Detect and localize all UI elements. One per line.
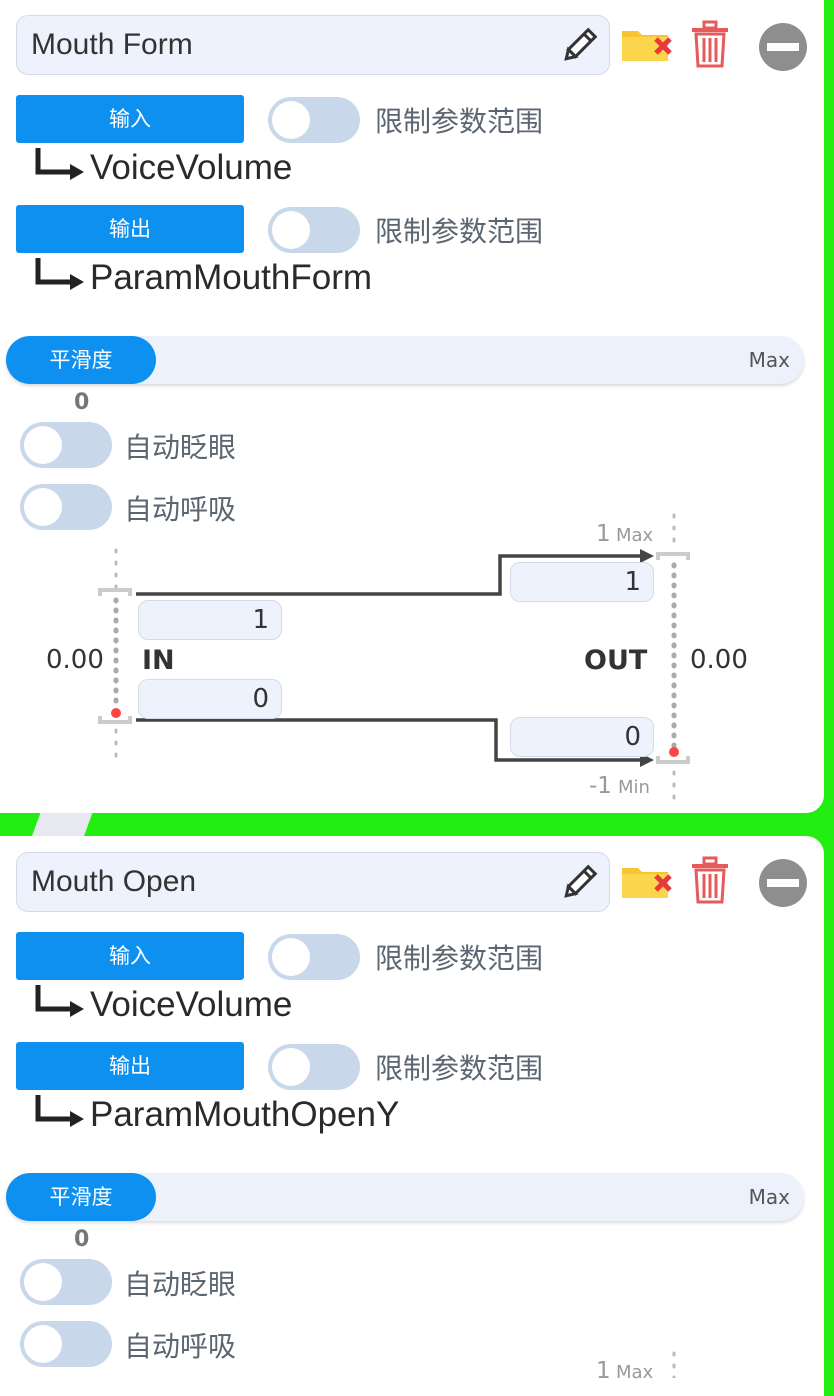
trash-icon[interactable] [690, 20, 730, 68]
pencil-icon[interactable] [559, 26, 599, 66]
input-limit-label: 限制参数范围 [375, 942, 544, 975]
output-max-field[interactable]: 1 [510, 562, 654, 602]
output-param-name[interactable]: ParamMouthOpenY [90, 1095, 399, 1135]
pencil-icon[interactable] [559, 863, 599, 903]
input-button[interactable]: 输入 [16, 932, 244, 980]
binding-card-mouth-form: Mouth Form 输入 限制参数范围 VoiceVolume 输出 限制参数… [0, 0, 824, 813]
output-min-number: -1 [589, 773, 612, 799]
toggle-knob [272, 101, 310, 139]
output-max-text: Max [616, 1362, 654, 1383]
output-current-value: 0.00 [690, 645, 748, 675]
smoothing-value: 0 [74, 390, 90, 415]
toggle-knob [24, 1263, 62, 1301]
minus-circle-icon[interactable] [758, 22, 808, 72]
folder-remove-icon[interactable] [620, 25, 674, 65]
smoothing-slider[interactable]: 平滑度 Max [6, 336, 804, 384]
output-limit-toggle[interactable] [268, 207, 360, 253]
binding-name-field[interactable]: Mouth Form [16, 15, 610, 75]
output-button[interactable]: 输出 [16, 205, 244, 253]
input-limit-toggle[interactable] [268, 934, 360, 980]
input-axis-label: IN [142, 645, 175, 676]
smoothing-slider-handle[interactable]: 平滑度 [6, 1173, 156, 1221]
toggle-knob [272, 1048, 310, 1086]
arrow-elbow-icon [35, 1095, 84, 1127]
arrow-elbow-icon [35, 148, 84, 180]
input-min-field[interactable]: 0 [138, 679, 282, 719]
output-axis-stub [672, 1351, 676, 1378]
input-button[interactable]: 输入 [16, 95, 244, 143]
input-max-field[interactable]: 1 [138, 600, 282, 640]
binding-name-text: Mouth Form [31, 28, 193, 61]
auto-blink-toggle[interactable] [20, 1259, 112, 1305]
input-current-value: 0.00 [46, 645, 104, 675]
smoothing-max-label: Max [748, 348, 790, 372]
toggle-knob [272, 938, 310, 976]
auto-blink-label: 自动眨眼 [124, 1268, 237, 1301]
input-param-name[interactable]: VoiceVolume [90, 985, 292, 1025]
arrow-elbow-icon [35, 985, 84, 1017]
output-max-text: Max [616, 525, 654, 546]
smoothing-slider[interactable]: 平滑度 Max [6, 1173, 804, 1221]
output-max-number: 1 [596, 1358, 611, 1384]
input-limit-toggle[interactable] [268, 97, 360, 143]
toggle-knob [24, 1325, 62, 1363]
output-limit-label: 限制参数范围 [375, 215, 544, 248]
output-limit-toggle[interactable] [268, 1044, 360, 1090]
auto-blink-label: 自动眨眼 [124, 431, 237, 464]
output-param-name[interactable]: ParamMouthForm [90, 258, 372, 298]
smoothing-slider-handle[interactable]: 平滑度 [6, 336, 156, 384]
toggle-knob [272, 211, 310, 249]
binding-name-text: Mouth Open [31, 865, 197, 898]
smoothing-value: 0 [74, 1227, 90, 1252]
auto-breath-label: 自动呼吸 [124, 1330, 237, 1363]
input-param-name[interactable]: VoiceVolume [90, 148, 292, 188]
folder-remove-icon[interactable] [620, 862, 674, 902]
auto-blink-toggle[interactable] [20, 422, 112, 468]
binding-name-field[interactable]: Mouth Open [16, 852, 610, 912]
binding-card-mouth-open: Mouth Open 输入 限制参数范围 VoiceVolume 输出 限制参数… [0, 836, 824, 1396]
output-min-text: Min [618, 777, 650, 798]
minus-circle-icon[interactable] [758, 858, 808, 908]
auto-breath-toggle[interactable] [20, 1321, 112, 1367]
toggle-knob [24, 426, 62, 464]
input-limit-label: 限制参数范围 [375, 105, 544, 138]
smoothing-max-label: Max [748, 1185, 790, 1209]
output-min-field[interactable]: 0 [510, 717, 654, 757]
output-axis-label: OUT [584, 645, 648, 676]
output-max-number: 1 [596, 521, 611, 547]
trash-icon[interactable] [690, 856, 730, 904]
output-button[interactable]: 输出 [16, 1042, 244, 1090]
arrow-elbow-icon [35, 258, 84, 290]
output-limit-label: 限制参数范围 [375, 1052, 544, 1085]
